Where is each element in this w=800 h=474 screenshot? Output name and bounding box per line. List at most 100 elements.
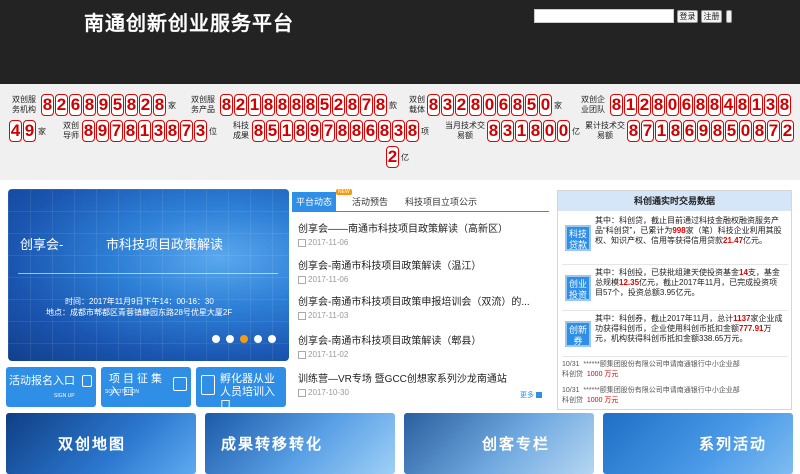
training-entry-button[interactable]: 孵化器从业人员培训入口 bbox=[196, 367, 286, 411]
signup-entry-button[interactable]: 活动报名入口 SIGN UP bbox=[6, 367, 96, 407]
digit: 7 bbox=[641, 120, 654, 142]
tile-maker[interactable]: 创客专栏 bbox=[404, 413, 594, 474]
tile-map[interactable]: 双创地图 bbox=[6, 413, 196, 474]
stat-digits: 851897886838 bbox=[252, 120, 420, 142]
news-date: 2017-10-30 bbox=[298, 388, 544, 397]
list-amount: 1000 万元 bbox=[586, 397, 619, 404]
digit: 3 bbox=[501, 120, 514, 142]
arrow-icon bbox=[536, 392, 542, 399]
tile-transfer[interactable]: 成果转移转化 bbox=[205, 413, 395, 474]
digit: 4 bbox=[9, 120, 22, 142]
digit: 6 bbox=[683, 120, 696, 142]
digit: 8 bbox=[736, 94, 749, 116]
news-tabbar: 平台动态 NEW 活动预告 科技项目立项公示 bbox=[292, 189, 549, 212]
digit: 8 bbox=[529, 120, 542, 142]
digit: 6 bbox=[497, 94, 510, 116]
slider-dot-active[interactable] bbox=[240, 335, 248, 343]
tab-upcoming-events[interactable]: 活动预告 bbox=[352, 192, 388, 212]
site-title[interactable]: 南通创新创业服务平台 bbox=[84, 7, 294, 36]
digit: 8 bbox=[487, 120, 500, 142]
digit: 0 bbox=[557, 120, 570, 142]
digit: 8 bbox=[252, 120, 265, 142]
project-collection-button[interactable]: 项目征集入口 SOLICITATION bbox=[101, 367, 191, 407]
news-date: 2017-11-06 bbox=[298, 238, 544, 247]
digit: 3 bbox=[392, 120, 405, 142]
digit: 8 bbox=[304, 94, 317, 116]
transaction-row-investment: 创业投资 其中：科创投，已获批组建天使投资基金14支，基金总规模12.35亿元，… bbox=[562, 267, 788, 311]
digit: 1 bbox=[280, 120, 293, 142]
voucher-badge: 创新券 bbox=[565, 321, 591, 347]
button-label: 项目征集入口 bbox=[109, 373, 165, 398]
login-button[interactable]: 登录 bbox=[677, 10, 698, 23]
slider-dot[interactable] bbox=[226, 335, 234, 343]
news-title[interactable]: 创享会——南通市科技项目政策解读（高新区） bbox=[298, 220, 544, 235]
list-date: 10/31 bbox=[562, 361, 580, 368]
stat-digits: 8128068848138 bbox=[610, 94, 792, 116]
news-title[interactable]: 创享会-南通市科技项目政策申报培训会（双流）的... bbox=[298, 293, 544, 308]
transaction-panel: 科创通实时交易数据 科技贷款 其中：科创贷，截止目前通过科技金融权融资服务产品“… bbox=[557, 190, 792, 410]
transaction-list-item[interactable]: 10/31 ******颐集团股份有限公司申请南通银行中小企业部 科创贷 100… bbox=[562, 360, 788, 380]
list-date: 10/31 bbox=[562, 387, 580, 394]
slide-time: 时间：2017年11月9日下午14：00-16：30 bbox=[65, 297, 214, 306]
digit: 8 bbox=[125, 94, 138, 116]
login-input[interactable] bbox=[534, 9, 674, 23]
stat-teams: 双创企业团队 8128068848138 bbox=[578, 94, 792, 116]
slider-dot[interactable] bbox=[254, 335, 262, 343]
highlight-number: 777.91 bbox=[739, 324, 764, 333]
news-title[interactable]: 创享会-南通市科技项目政策解读（郫县） bbox=[298, 332, 544, 347]
digit: 8 bbox=[711, 120, 724, 142]
news-title[interactable]: 训练营—VR专场 暨GCC创想家系列沙龙南通站 bbox=[298, 370, 544, 385]
tab-platform-news[interactable]: 平台动态 bbox=[292, 192, 337, 212]
news-title[interactable]: 创享会-南通市科技项目政策解读（温江） bbox=[298, 257, 544, 272]
button-sublabel: SOLICITATION bbox=[105, 389, 139, 395]
stat-unit: 家 bbox=[554, 100, 562, 110]
more-link[interactable]: 更多 bbox=[520, 390, 542, 400]
digit: 1 bbox=[138, 120, 151, 142]
extra-header-button[interactable] bbox=[726, 10, 732, 23]
text-part: 亿元。 bbox=[743, 236, 768, 245]
digit: 8 bbox=[83, 94, 96, 116]
digit: 9 bbox=[697, 120, 710, 142]
tile-label: 双创地图 bbox=[58, 436, 127, 453]
slider-dot[interactable] bbox=[268, 335, 276, 343]
digit: 8 bbox=[469, 94, 482, 116]
highlight-number: 12.35 bbox=[619, 278, 640, 287]
button-label: 活动报名入口 bbox=[9, 375, 75, 387]
stat-achievements: 科技成果 851897886838 项 bbox=[232, 120, 429, 142]
digit: 1 bbox=[515, 120, 528, 142]
stat-digits: 897813873 bbox=[82, 120, 208, 142]
news-panel: 平台动态 NEW 活动预告 科技项目立项公示 创享会——南通市科技项目政策解读（… bbox=[292, 189, 549, 410]
digit: 8 bbox=[694, 94, 707, 116]
digit: 7 bbox=[322, 120, 335, 142]
news-date: 2017-11-03 bbox=[298, 311, 544, 320]
tab-project-announcements[interactable]: 科技项目立项公示 bbox=[405, 192, 477, 212]
news-item[interactable]: 创享会-南通市科技项目政策申报培训会（双流）的... 2017-11-03 bbox=[298, 293, 544, 320]
highlight-number: 21.47 bbox=[723, 236, 744, 245]
investment-badge: 创业投资 bbox=[565, 275, 591, 301]
digit: 4 bbox=[722, 94, 735, 116]
event-slider[interactable]: 创享会- 市科技项目政策解读 时间：2017年11月9日下午14：00-16：3… bbox=[8, 189, 289, 361]
stat-label: 双创导师 bbox=[63, 121, 79, 140]
stat-unit: 家 bbox=[168, 100, 176, 110]
training-icon bbox=[201, 375, 215, 395]
news-item[interactable]: 创享会——南通市科技项目政策解读（高新区） 2017-11-06 bbox=[298, 220, 544, 247]
digit: 5 bbox=[525, 94, 538, 116]
highlight-number: 998 bbox=[672, 226, 686, 235]
news-item[interactable]: 创享会-南通市科技项目政策解读（郫县） 2017-11-02 bbox=[298, 332, 544, 359]
digit: 6 bbox=[680, 94, 693, 116]
news-item[interactable]: 创享会-南通市科技项目政策解读（温江） 2017-11-06 bbox=[298, 257, 544, 284]
digit: 3 bbox=[194, 120, 207, 142]
slider-dot[interactable] bbox=[212, 335, 220, 343]
digit: 0 bbox=[539, 94, 552, 116]
digit: 8 bbox=[82, 120, 95, 142]
register-button[interactable]: 注册 bbox=[701, 10, 722, 23]
digit: 8 bbox=[374, 94, 387, 116]
stat-unit: 家 bbox=[38, 126, 46, 136]
transaction-list-item[interactable]: 10/31 ******颐集团股份有限公司申请南通银行中小企业部 科创贷 100… bbox=[562, 386, 788, 406]
news-item[interactable]: 训练营—VR专场 暨GCC创想家系列沙龙南通站 2017-10-30 bbox=[298, 370, 544, 397]
tile-events[interactable]: 系列活动 bbox=[603, 413, 793, 474]
digit: 9 bbox=[23, 120, 36, 142]
digit: 9 bbox=[308, 120, 321, 142]
digit: 5 bbox=[266, 120, 279, 142]
stat-monthly-trade: 当月技术交易额 831800 亿 bbox=[445, 120, 580, 142]
